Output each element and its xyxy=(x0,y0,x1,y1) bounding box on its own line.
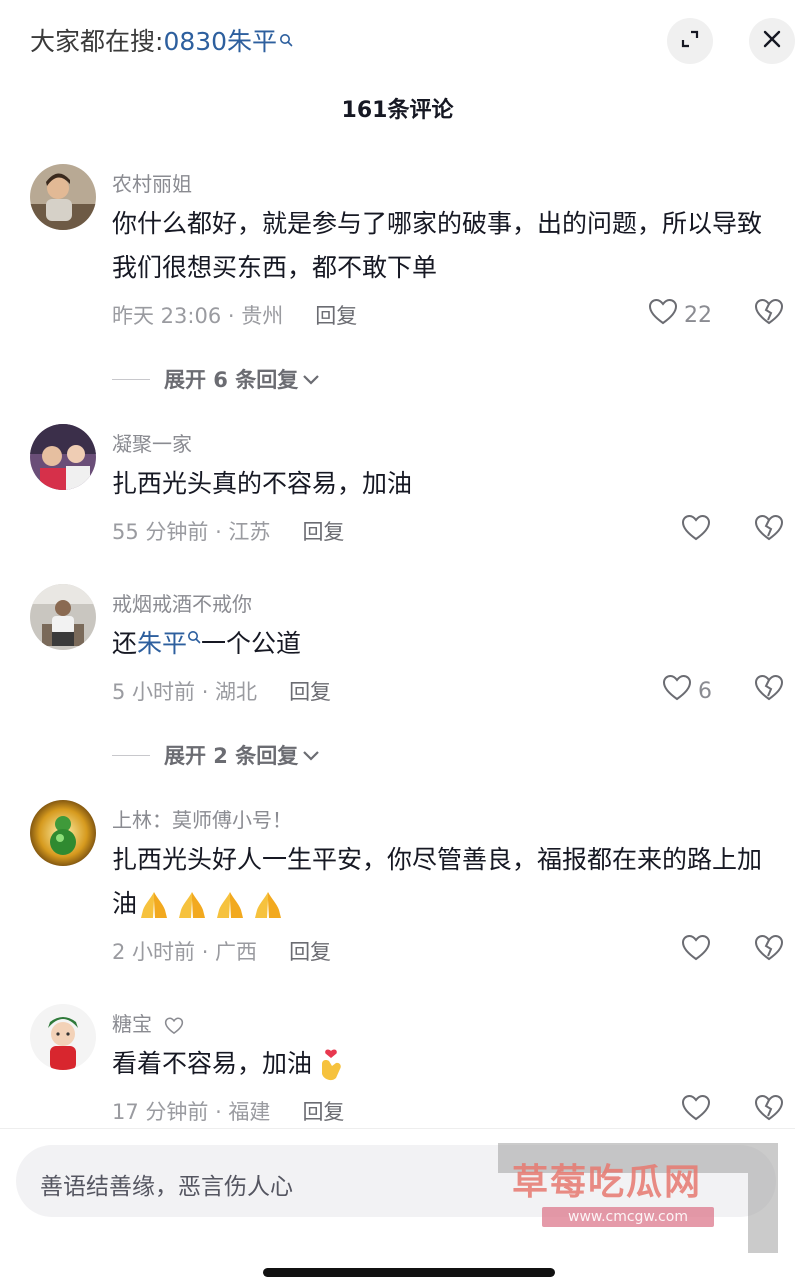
avatar[interactable] xyxy=(30,424,96,490)
comment-username[interactable]: 戒烟戒酒不戒你 xyxy=(112,588,252,617)
like-count: 6 xyxy=(698,678,712,704)
like-button[interactable] xyxy=(681,934,711,968)
chevron-down-icon xyxy=(302,367,320,391)
close-icon xyxy=(761,28,783,54)
comment-username[interactable]: 糖宝 xyxy=(112,1008,184,1037)
broken-heart-icon xyxy=(754,298,784,330)
like-button[interactable] xyxy=(681,514,711,548)
comment-meta: 2 小时前 · 广西 回复 xyxy=(112,936,331,966)
expand-replies-button[interactable]: 展开 6 条回复 xyxy=(112,364,320,394)
trending-search-prefix: 大家都在搜: xyxy=(30,27,164,56)
comment-text: 扎西光头真的不容易，加油 xyxy=(112,469,413,498)
avatar[interactable] xyxy=(30,584,96,650)
comment-username[interactable]: 农村丽姐 xyxy=(112,168,192,197)
finger-heart-emoji-icon xyxy=(312,1049,346,1081)
comment-time-location: 17 分钟前 · 福建 xyxy=(112,1100,271,1124)
avatar[interactable] xyxy=(30,164,96,230)
dislike-button[interactable] xyxy=(754,674,784,706)
expand-replies-button[interactable]: 展开 2 条回复 xyxy=(112,740,320,770)
heart-icon xyxy=(681,514,711,548)
watermark-url: www.cmcgw.com xyxy=(542,1207,714,1227)
pray-emoji-icon xyxy=(137,889,289,918)
home-indicator[interactable] xyxy=(263,1268,555,1277)
like-button[interactable]: 6 xyxy=(662,674,712,708)
reply-button[interactable]: 回复 xyxy=(302,1096,344,1126)
dislike-button[interactable] xyxy=(754,934,784,966)
heart-icon xyxy=(158,1012,184,1036)
heart-icon xyxy=(681,1094,711,1128)
broken-heart-icon xyxy=(754,1094,784,1126)
reply-button[interactable]: 回复 xyxy=(315,300,357,330)
dislike-button[interactable] xyxy=(754,1094,784,1126)
comment-username-label: 糖宝 xyxy=(112,1012,152,1036)
broken-heart-icon xyxy=(754,934,784,966)
comment-text-part: 还 xyxy=(112,629,138,658)
comment-time-location: 5 小时前 · 湖北 xyxy=(112,680,258,704)
close-button[interactable] xyxy=(749,18,795,64)
comment-text: 看着不容易，加油 xyxy=(112,1042,772,1086)
divider xyxy=(112,378,150,380)
comment-meta: 昨天 23:06 · 贵州 回复 xyxy=(112,300,357,330)
top-bar: 大家都在搜:0830朱平 xyxy=(0,0,795,80)
expand-replies-label: 展开 2 条回复 xyxy=(164,744,299,768)
watermark: 草莓吃瓜网 www.cmcgw.com xyxy=(498,1143,778,1253)
comment-text-body: 看着不容易，加油 xyxy=(112,1049,313,1078)
comment-time-location: 昨天 23:06 · 贵州 xyxy=(112,304,284,328)
expand-replies-label: 展开 6 条回复 xyxy=(164,368,299,392)
comment-text: 扎西光头好人一生平安，你尽管善良，福报都在来的路上加油 xyxy=(112,838,772,926)
heart-icon xyxy=(648,298,678,332)
broken-heart-icon xyxy=(754,514,784,546)
comment-input-bar: 善语结善缘，恶言伤人心 草莓吃瓜网 www.cmcgw.com xyxy=(0,1128,795,1280)
trending-search[interactable]: 大家都在搜:0830朱平 xyxy=(30,22,293,58)
broken-heart-icon xyxy=(754,674,784,706)
comment-username[interactable]: 上林：莫师傅小号！ xyxy=(112,804,292,833)
divider xyxy=(112,754,150,756)
comment-text: 你什么都好，就是参与了哪家的破事，出的问题，所以导致我们很想买东西，都不敢下单 xyxy=(112,209,763,282)
comment-time-location: 55 分钟前 · 江苏 xyxy=(112,520,271,544)
avatar[interactable] xyxy=(30,1004,96,1070)
comment-text: 还朱平 一个公道 xyxy=(112,622,772,666)
comment-text-part: 一个公道 xyxy=(201,629,302,658)
comment-input-placeholder: 善语结善缘，恶言伤人心 xyxy=(40,1174,293,1200)
comment-meta: 17 分钟前 · 福建 回复 xyxy=(112,1096,344,1126)
reply-button[interactable]: 回复 xyxy=(302,516,344,546)
expand-icon xyxy=(679,28,701,54)
avatar[interactable] xyxy=(30,800,96,866)
like-count: 22 xyxy=(684,302,712,328)
chevron-down-icon xyxy=(302,743,320,767)
comment-count-title: 161条评论 xyxy=(341,98,454,123)
heart-icon xyxy=(662,674,692,708)
comment-meta: 5 小时前 · 湖北 回复 xyxy=(112,676,331,706)
heart-icon xyxy=(681,934,711,968)
trending-search-keyword[interactable]: 0830朱平 xyxy=(163,27,277,56)
keyword-link[interactable]: 朱平 xyxy=(137,629,187,658)
reply-button[interactable]: 回复 xyxy=(289,676,331,706)
dislike-button[interactable] xyxy=(754,298,784,330)
like-button[interactable]: 22 xyxy=(648,298,712,332)
search-icon xyxy=(279,24,293,53)
comment-time-location: 2 小时前 · 广西 xyxy=(112,940,258,964)
watermark-title: 草莓吃瓜网 xyxy=(512,1162,703,1203)
dislike-button[interactable] xyxy=(754,514,784,546)
comment-username[interactable]: 凝聚一家 xyxy=(112,428,192,457)
comment-meta: 55 分钟前 · 江苏 回复 xyxy=(112,516,344,546)
reply-button[interactable]: 回复 xyxy=(289,936,331,966)
expand-button[interactable] xyxy=(667,18,713,64)
search-icon xyxy=(187,629,201,658)
like-button[interactable] xyxy=(681,1094,711,1128)
